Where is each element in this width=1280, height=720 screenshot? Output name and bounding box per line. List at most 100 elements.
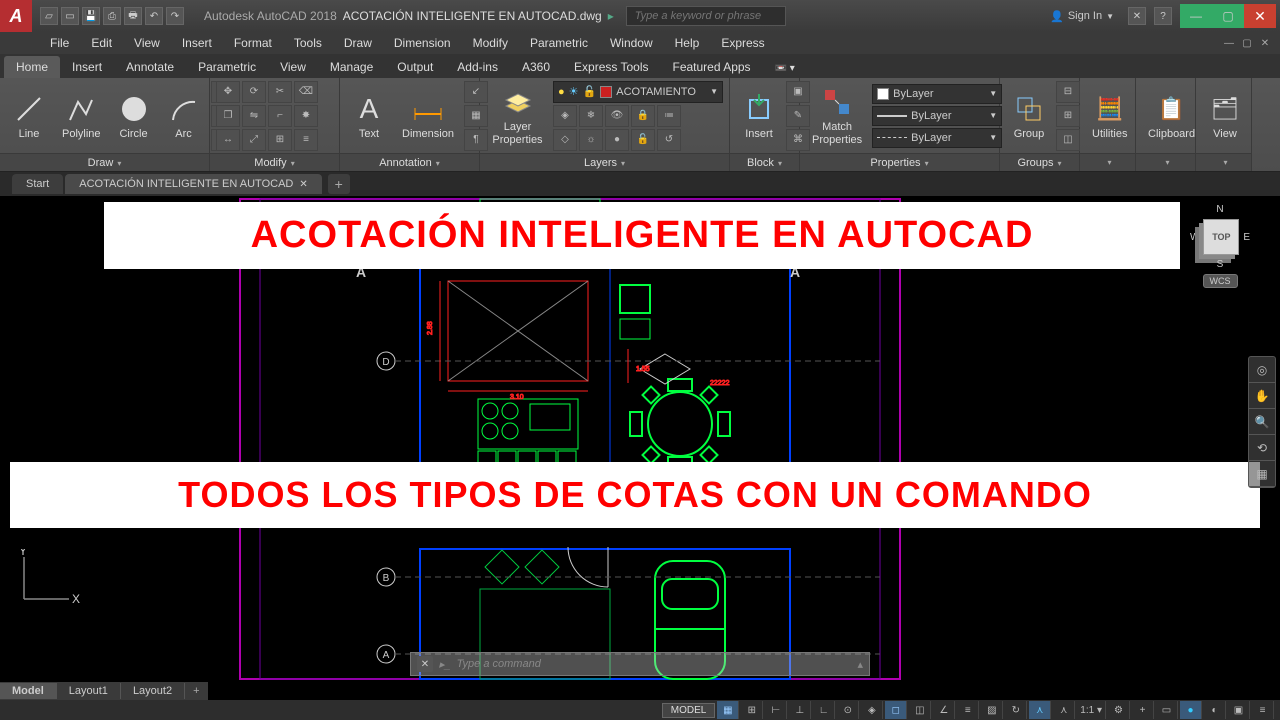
status-iso-icon[interactable]: ◈ <box>861 701 883 719</box>
linetype-dropdown[interactable]: ByLayer▼ <box>872 128 1002 148</box>
status-monitor-icon[interactable]: ▭ <box>1156 701 1178 719</box>
layer-properties-tool[interactable]: Layer Properties <box>486 83 549 147</box>
vc-w[interactable]: W <box>1190 232 1199 243</box>
signin-button[interactable]: 👤 Sign In ▼ <box>1044 10 1120 23</box>
close-button[interactable]: ✕ <box>1244 4 1276 28</box>
fillet-icon[interactable]: ⌐ <box>268 105 292 127</box>
polyline-tool[interactable]: Polyline <box>56 90 107 142</box>
dimension-tool[interactable]: Dimension <box>396 90 460 142</box>
move-icon[interactable]: ✥ <box>216 81 240 103</box>
color-dropdown[interactable]: ByLayer▼ <box>872 84 1002 104</box>
array-icon[interactable]: ⊞ <box>268 129 292 151</box>
layer-prev-icon[interactable]: ↺ <box>657 129 681 151</box>
nav-orbit-icon[interactable]: ⟲ <box>1249 435 1275 461</box>
status-isolate-icon[interactable]: ◐ <box>1204 701 1226 719</box>
panel-groups-title[interactable]: Groups <box>1000 153 1079 171</box>
match-properties-tool[interactable]: Match Properties <box>806 83 868 147</box>
nav-zoom-icon[interactable]: 🔍 <box>1249 409 1275 435</box>
paste-tool[interactable]: 📋Clipboard <box>1142 90 1201 142</box>
layer-uniso-icon[interactable]: ◇ <box>553 129 577 151</box>
status-gear-icon[interactable]: ⚙ <box>1108 701 1130 719</box>
drawing-canvas[interactable]: D B A A A 2.88 3.10 1.55 22222 ACOTACIÓN… <box>0 196 1280 682</box>
tab-output[interactable]: Output <box>385 56 445 78</box>
measure-tool[interactable]: 🧮Utilities <box>1086 90 1133 142</box>
nav-wheel-icon[interactable]: ◎ <box>1249 357 1275 383</box>
ungroup-icon[interactable]: ⊟ <box>1056 81 1080 103</box>
menu-file[interactable]: File <box>40 33 79 53</box>
status-ws-icon[interactable]: + <box>1132 701 1154 719</box>
vc-top[interactable]: TOP <box>1203 219 1239 255</box>
status-polar-icon[interactable]: ⊙ <box>837 701 859 719</box>
tab-addins[interactable]: Add-ins <box>445 56 510 78</box>
text-tool[interactable]: AText <box>346 90 392 142</box>
tab-view[interactable]: View <box>268 56 318 78</box>
erase-icon[interactable]: ⌫ <box>294 81 318 103</box>
qat-plot-icon[interactable]: 🖶 <box>124 7 142 25</box>
trim-icon[interactable]: ✂ <box>268 81 292 103</box>
rotate-icon[interactable]: ⟳ <box>242 81 266 103</box>
doc-minimize-button[interactable]: — <box>1222 36 1236 50</box>
stretch-icon[interactable]: ↔ <box>216 129 240 151</box>
status-3dosnap-icon[interactable]: ◫ <box>909 701 931 719</box>
menu-window[interactable]: Window <box>600 33 663 53</box>
menu-dimension[interactable]: Dimension <box>384 33 461 53</box>
group-select-icon[interactable]: ◫ <box>1056 129 1080 151</box>
status-snap-icon[interactable]: ⊞ <box>741 701 763 719</box>
panel-annotation-title[interactable]: Annotation <box>340 153 479 171</box>
panel-modify-title[interactable]: Modify <box>210 153 339 171</box>
status-grid-icon[interactable]: ▦ <box>717 701 739 719</box>
cmdline-close-icon[interactable]: ✕ <box>417 656 433 672</box>
panel-properties-title[interactable]: Properties <box>800 153 999 171</box>
panel-utilities-title[interactable]: . <box>1080 153 1135 171</box>
copy-icon[interactable]: ❐ <box>216 105 240 127</box>
menu-tools[interactable]: Tools <box>284 33 332 53</box>
status-cycle-icon[interactable]: ↻ <box>1005 701 1027 719</box>
status-model[interactable]: MODEL <box>662 703 716 718</box>
menu-draw[interactable]: Draw <box>334 33 382 53</box>
menu-insert[interactable]: Insert <box>172 33 222 53</box>
tab-parametric[interactable]: Parametric <box>186 56 268 78</box>
doc-restore-button[interactable]: ▢ <box>1240 36 1254 50</box>
new-tab-button[interactable]: + <box>328 174 350 194</box>
status-scale[interactable]: 1:1 ▾ <box>1077 701 1106 719</box>
menu-format[interactable]: Format <box>224 33 282 53</box>
panel-draw-title[interactable]: Draw <box>0 153 209 171</box>
close-tab-icon[interactable]: ✕ <box>299 179 307 190</box>
vc-e[interactable]: E <box>1243 232 1250 243</box>
panel-block-title[interactable]: Block <box>730 153 799 171</box>
menu-modify[interactable]: Modify <box>463 33 518 53</box>
file-tab[interactable]: ACOTACIÓN INTELIGENTE EN AUTOCAD✕ <box>65 174 322 194</box>
cmdline-expand-icon[interactable]: ▴ <box>857 658 863 671</box>
menu-view[interactable]: View <box>124 33 170 53</box>
nav-pan-icon[interactable]: ✋ <box>1249 383 1275 409</box>
lineweight-dropdown[interactable]: ByLayer▼ <box>872 106 1002 126</box>
status-ortho-icon[interactable]: ∟ <box>813 701 835 719</box>
qat-new-icon[interactable]: ▱ <box>40 7 58 25</box>
layer-iso-icon[interactable]: ◈ <box>553 105 577 127</box>
layout-model[interactable]: Model <box>0 683 57 699</box>
panel-view-title[interactable]: . <box>1196 153 1251 171</box>
vc-s[interactable]: S <box>1190 259 1250 270</box>
qat-save-icon[interactable]: 💾 <box>82 7 100 25</box>
status-otrack-icon[interactable]: ∠ <box>933 701 955 719</box>
insert-block-tool[interactable]: Insert <box>736 90 782 142</box>
layer-off-icon[interactable]: 👁 <box>605 105 629 127</box>
exchange-icon[interactable]: ✕ <box>1128 7 1146 25</box>
arc-tool[interactable]: Arc <box>161 90 207 142</box>
panel-clipboard-title[interactable]: . <box>1136 153 1195 171</box>
offset-icon[interactable]: ≡ <box>294 129 318 151</box>
explode-icon[interactable]: ✸ <box>294 105 318 127</box>
tab-a360[interactable]: A360 <box>510 56 562 78</box>
layer-dropdown[interactable]: ● ☀ 🔓 ACOTAMIENTO ▼ <box>553 81 723 103</box>
tab-home[interactable]: Home <box>4 56 60 78</box>
status-anno-icon[interactable]: ⋏ <box>1029 701 1051 719</box>
status-infer-icon[interactable]: ⊢ <box>765 701 787 719</box>
status-annoscale-icon[interactable]: ⋏ <box>1053 701 1075 719</box>
qat-open-icon[interactable]: ▭ <box>61 7 79 25</box>
menu-edit[interactable]: Edit <box>81 33 122 53</box>
maximize-button[interactable]: ▢ <box>1212 4 1244 28</box>
status-trans-icon[interactable]: ▨ <box>981 701 1003 719</box>
status-dyn-icon[interactable]: ⊥ <box>789 701 811 719</box>
panel-layers-title[interactable]: Layers <box>480 153 729 171</box>
menu-help[interactable]: Help <box>665 33 710 53</box>
